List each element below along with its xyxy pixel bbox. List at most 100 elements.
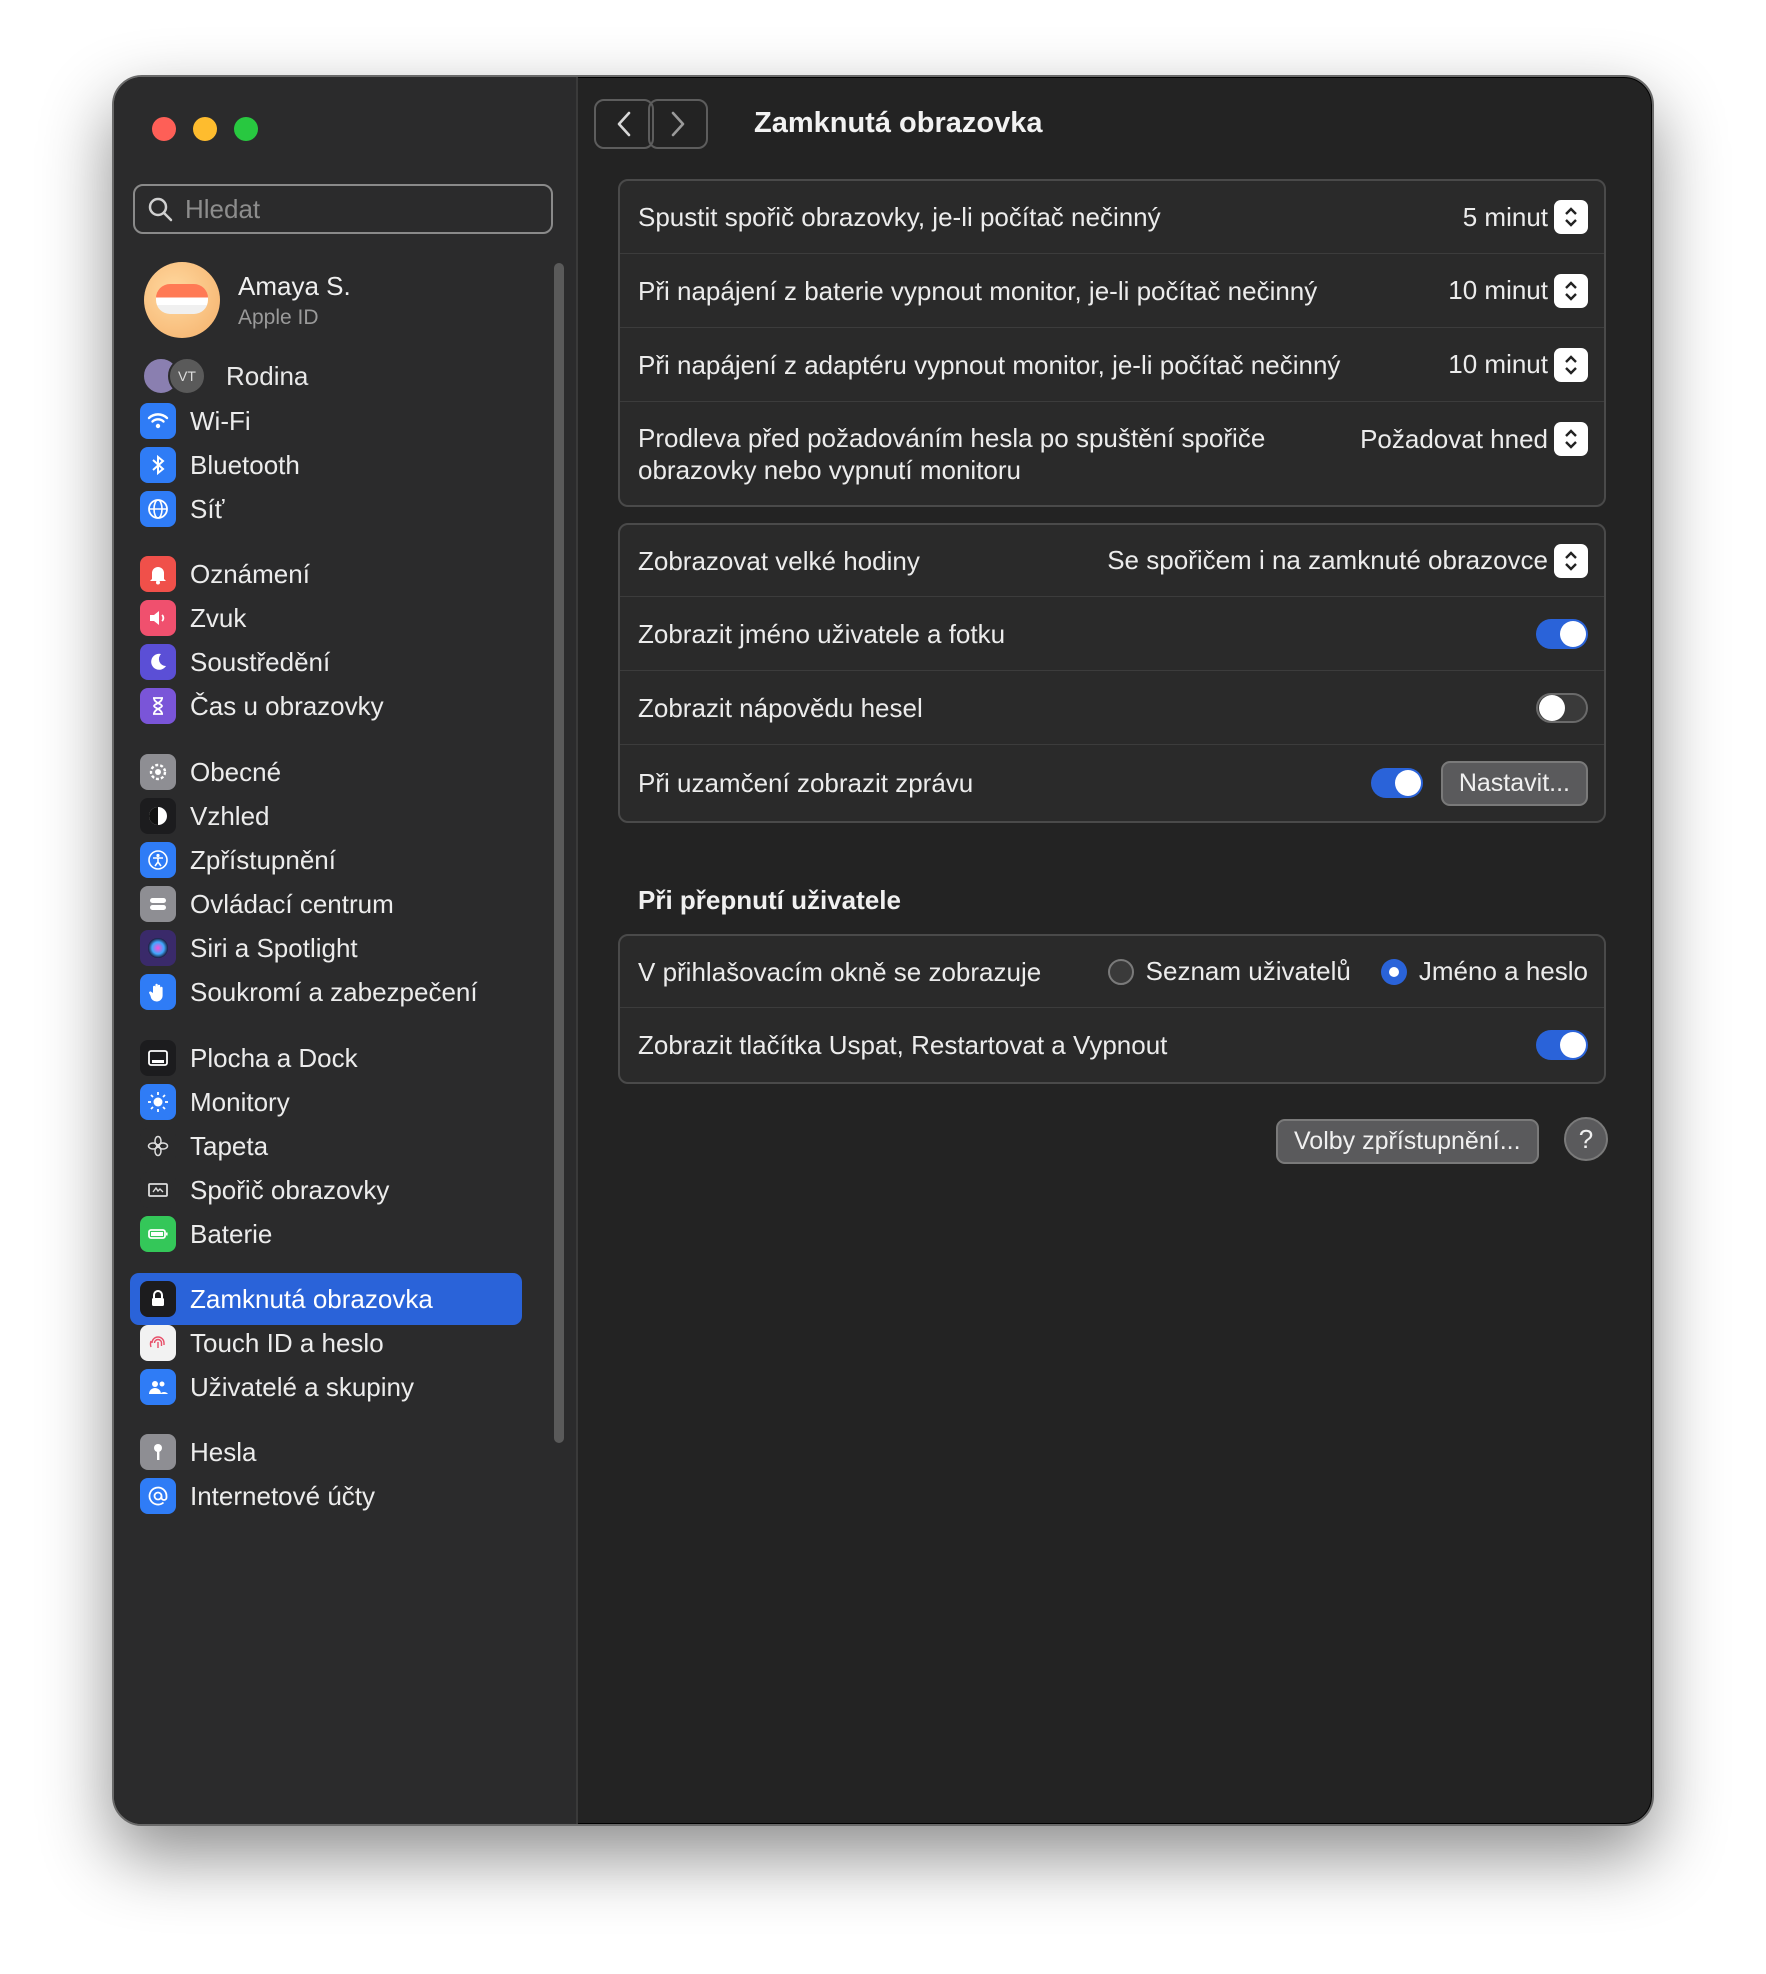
show-name-label: Zobrazit jméno uživatele a fotku: [638, 618, 1006, 649]
sidebar-item-label: Plocha a Dock: [190, 1042, 358, 1073]
radio-name-password-dot: [1380, 958, 1407, 985]
screensaver-delay-label: Spustit spořič obrazovky, je-li počítač …: [638, 202, 1161, 232]
adapter-display-off-value: 10 minut: [1448, 349, 1548, 379]
sidebar-item-at[interactable]: Internetové účty: [130, 1470, 522, 1522]
search-box[interactable]: [133, 184, 553, 234]
lock-message-row: Při uzamčení zobrazit zprávu Nastavit...: [620, 745, 1604, 821]
stepper-icon: [1554, 543, 1588, 578]
sidebar-item-battery[interactable]: Baterie: [130, 1208, 522, 1260]
radio-user-list[interactable]: Seznam uživatelů: [1107, 956, 1351, 987]
dock-icon: [140, 1040, 176, 1076]
password-hint-toggle[interactable]: [1536, 692, 1588, 723]
sidebar-item-label: Zpřístupnění: [190, 844, 336, 875]
battery-display-off-label: Při napájení z baterie vypnout monitor, …: [638, 275, 1318, 306]
battery-display-off-value: 10 minut: [1448, 275, 1548, 305]
sidebar-item-label: Hesla: [190, 1436, 257, 1467]
stepper-icon: [1554, 200, 1588, 234]
show-name-toggle[interactable]: [1536, 618, 1588, 649]
chevron-right-icon: [671, 111, 685, 137]
radio-name-password[interactable]: Jméno a heslo: [1380, 956, 1588, 987]
screensaver-icon: [140, 1172, 176, 1208]
close-window-button[interactable]: [152, 117, 176, 141]
battery-display-off-row: Při napájení z baterie vypnout monitor, …: [620, 254, 1604, 328]
password-delay-label: Prodleva před požadováním hesla po spušt…: [638, 423, 1266, 485]
adapter-display-off-popup[interactable]: 10 minut: [1448, 347, 1588, 382]
lock-message-toggle[interactable]: [1370, 768, 1423, 798]
wifi-icon: [140, 403, 176, 439]
sidebar-item-label: Monitory: [190, 1086, 290, 1117]
big-clock-popup[interactable]: Se spořičem i na zamknuté obrazovce: [1107, 543, 1588, 578]
fingerprint-icon: [140, 1325, 176, 1361]
sidebar-item-hand[interactable]: Soukromí a zabezpečení: [130, 966, 522, 1018]
sidebar-item-label: Zamknutá obrazovka: [190, 1283, 433, 1314]
sidebar-item-label: Tapeta: [190, 1130, 269, 1161]
profile-subtitle: Apple ID: [238, 305, 319, 329]
lock-message-label: Při uzamčení zobrazit zprávu: [638, 768, 974, 798]
password-delay-value: Požadovat hned: [1360, 423, 1548, 454]
power-buttons-toggle[interactable]: [1536, 1030, 1588, 1060]
switch-user-group: V přihlašovacím okně se zobrazuje Seznam…: [618, 934, 1606, 1084]
back-button[interactable]: [594, 99, 654, 149]
key-icon: [140, 1434, 176, 1470]
bell-icon: [140, 556, 176, 592]
family-avatar-initials: VT: [168, 357, 206, 395]
users-icon: [140, 1369, 176, 1405]
sidebar-item-label: Soustředění: [190, 646, 331, 677]
battery-display-off-popup[interactable]: 10 minut: [1448, 273, 1588, 308]
help-button[interactable]: ?: [1564, 1117, 1608, 1161]
screensaver-delay-popup[interactable]: 5 minut: [1463, 200, 1588, 234]
adapter-display-off-label: Při napájení z adaptéru vypnout monitor,…: [638, 349, 1341, 380]
siri-icon: [140, 930, 176, 966]
sidebar-item-label: Obecné: [190, 756, 282, 787]
sidebar-item-users[interactable]: Uživatelé a skupiny: [130, 1361, 522, 1413]
stepper-icon: [1554, 347, 1588, 382]
zoom-window-button[interactable]: [234, 117, 258, 141]
radio-name-password-label: Jméno a heslo: [1418, 956, 1588, 986]
show-name-row: Zobrazit jméno uživatele a fotku: [620, 597, 1604, 671]
chevron-left-icon: [617, 111, 631, 137]
accessibility-options-button[interactable]: Volby zpřístupnění...: [1276, 1119, 1539, 1164]
sidebar-item-label: Čas u obrazovky: [190, 690, 384, 721]
lock-icon: [140, 1281, 176, 1317]
window-controls: [152, 117, 258, 141]
sidebar-item-label: Siri a Spotlight: [190, 932, 358, 963]
flower-icon: [140, 1128, 176, 1164]
accessibility-icon: [140, 842, 176, 878]
set-message-button[interactable]: Nastavit...: [1440, 760, 1588, 806]
stepper-icon: [1554, 273, 1588, 308]
lock-screen-display-group: Zobrazovat velké hodiny Se spořičem i na…: [618, 523, 1606, 823]
big-clock-value: Se spořičem i na zamknuté obrazovce: [1107, 545, 1548, 575]
sidebar-item-label: Oznámení: [190, 558, 310, 589]
forward-button[interactable]: [648, 99, 708, 149]
battery-icon: [140, 1216, 176, 1252]
switch-user-section-title: Při přepnutí uživatele: [638, 885, 901, 915]
sidebar-item-family[interactable]: VT Rodina: [142, 357, 308, 395]
password-delay-popup[interactable]: Požadovat hned: [1360, 422, 1588, 456]
at-icon: [140, 1478, 176, 1514]
globe-icon: [140, 491, 176, 527]
sidebar-item-label: Soukromí a zabezpečení: [190, 976, 478, 1007]
bluetooth-icon: [140, 447, 176, 483]
timing-settings-group: Spustit spořič obrazovky, je-li počítač …: [618, 179, 1606, 507]
sidebar-scrollbar[interactable]: [554, 263, 564, 1443]
family-label: Rodina: [226, 360, 309, 391]
appearance-icon: [140, 798, 176, 834]
big-clock-row: Zobrazovat velké hodiny Se spořičem i na…: [620, 525, 1604, 597]
radio-user-list-label: Seznam uživatelů: [1145, 956, 1351, 986]
login-window-row: V přihlašovacím okně se zobrazuje Seznam…: [620, 936, 1604, 1008]
page-title: Zamknutá obrazovka: [754, 107, 1043, 139]
login-window-label: V přihlašovacím okně se zobrazuje: [638, 956, 1042, 987]
screensaver-delay-row: Spustit spořič obrazovky, je-li počítač …: [620, 181, 1604, 254]
sidebar-item-label: Vzhled: [190, 800, 270, 831]
minimize-window-button[interactable]: [193, 117, 217, 141]
sidebar-item-label: Uživatelé a skupiny: [190, 1371, 414, 1402]
hourglass-icon: [140, 688, 176, 724]
main-pane: Zamknutá obrazovka Spustit spořič obrazo…: [578, 77, 1652, 1824]
sidebar-item-label: Touch ID a heslo: [190, 1327, 384, 1358]
radio-user-list-dot: [1107, 958, 1134, 985]
search-input[interactable]: [183, 192, 547, 226]
sun-icon: [140, 1084, 176, 1120]
apple-id-profile[interactable]: Amaya S. Apple ID: [144, 262, 351, 338]
sidebar-item-globe[interactable]: Síť: [130, 483, 522, 535]
sidebar-item-hourglass[interactable]: Čas u obrazovky: [130, 680, 522, 732]
